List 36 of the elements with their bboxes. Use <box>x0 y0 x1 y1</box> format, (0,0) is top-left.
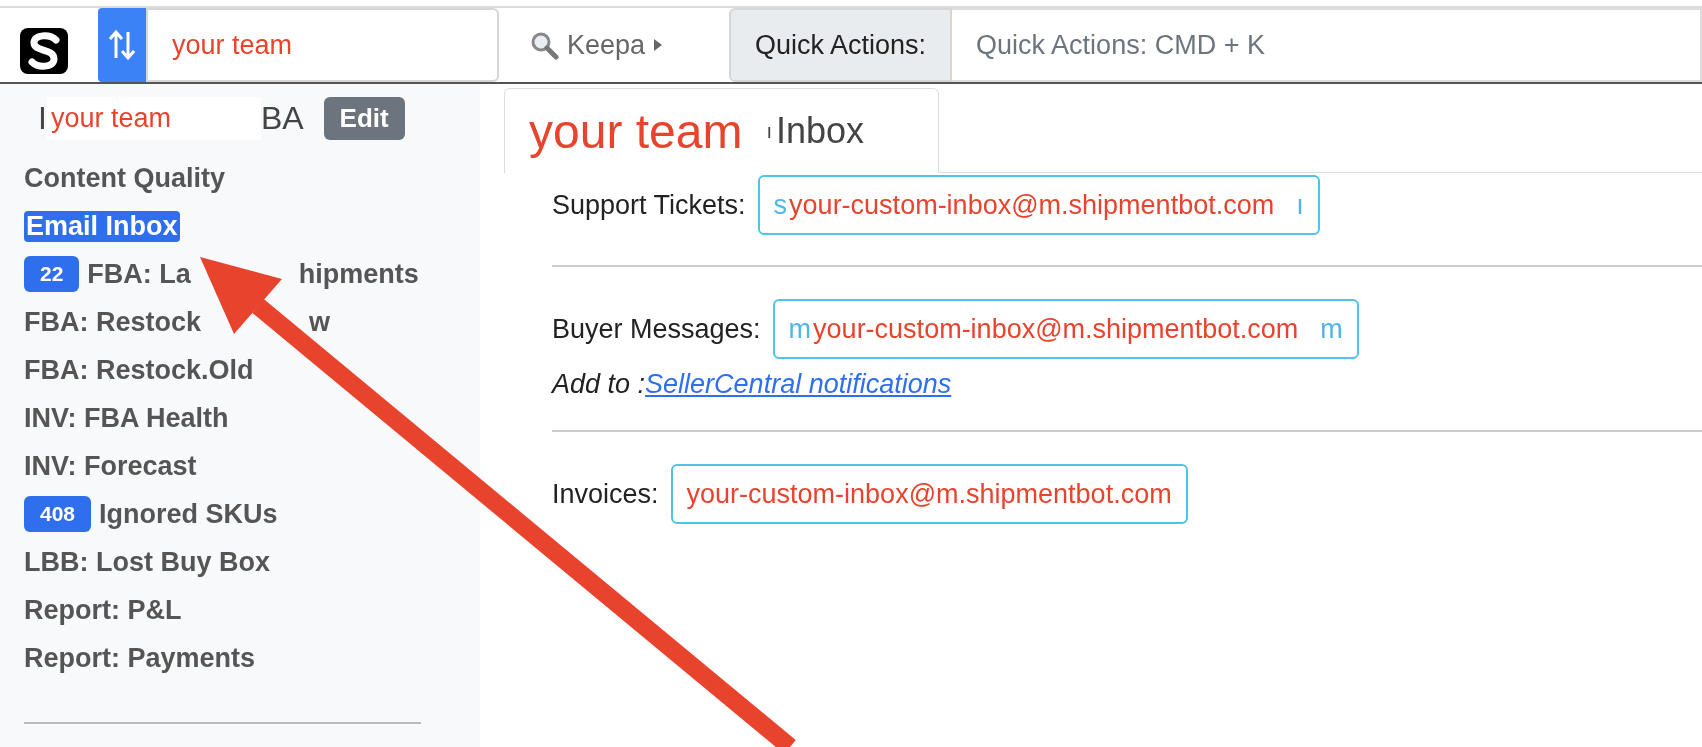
field-label: Invoices: <box>552 478 659 510</box>
sidebar-item[interactable]: Report: P&L <box>24 594 182 626</box>
email-field[interactable]: myour-custom-inbox@m.shipmentbot.com m <box>772 299 1359 359</box>
team-title: I <box>38 99 47 137</box>
sidebar-item[interactable]: Report: Payments <box>24 642 256 674</box>
email-field[interactable]: your-custom-inbox@m.shipmentbot.com <box>670 464 1188 524</box>
field-label: Buyer Messages: <box>552 313 761 345</box>
sellercentral-link[interactable]: SellerCentral notifications <box>645 369 952 399</box>
sidebar-item[interactable]: LBB: Lost Buy Box <box>24 546 270 578</box>
email-field[interactable]: syour-custom-inbox@m.shipmentbot.com ı <box>757 175 1320 235</box>
sidebar-item[interactable]: Ignored SKUs <box>99 498 278 530</box>
sidebar-item[interactable]: FBA: La <box>87 258 191 290</box>
sidebar-item[interactable]: FBA: Restock <box>24 306 202 338</box>
swap-button[interactable] <box>98 8 146 82</box>
count-badge: 22 <box>24 256 80 292</box>
team-title-suffix: BA <box>260 99 304 137</box>
field-label: Support Tickets: <box>552 189 746 221</box>
team-title-overlay: your team <box>46 96 261 140</box>
quick-actions-field[interactable]: Quick Actions: CMD + K <box>952 8 1702 82</box>
search-icon <box>529 30 559 60</box>
sidebar-item-fragment: hipments <box>298 258 419 290</box>
count-badge: 408 <box>24 496 92 532</box>
caret-icon <box>653 38 664 52</box>
sidebar-item[interactable]: Email Inbox <box>24 210 180 242</box>
edit-button[interactable]: Edit <box>323 96 405 140</box>
sidebar-item-fragment: w <box>309 306 331 338</box>
sidebar-item[interactable]: Content Quality <box>24 162 225 194</box>
sidebar-item[interactable]: INV: FBA Health <box>24 402 229 434</box>
keepa-button[interactable]: Keepa <box>529 8 709 82</box>
note-text: Add to : <box>552 369 646 399</box>
quick-actions-label: Quick Actions: <box>729 8 953 82</box>
sidebar-item[interactable]: INV: Forecast <box>24 450 197 482</box>
logo-icon <box>20 28 68 74</box>
swap-icon <box>109 28 135 62</box>
team-field[interactable]: your team <box>146 8 499 82</box>
sidebar-item[interactable]: FBA: Restock.Old <box>24 354 254 386</box>
